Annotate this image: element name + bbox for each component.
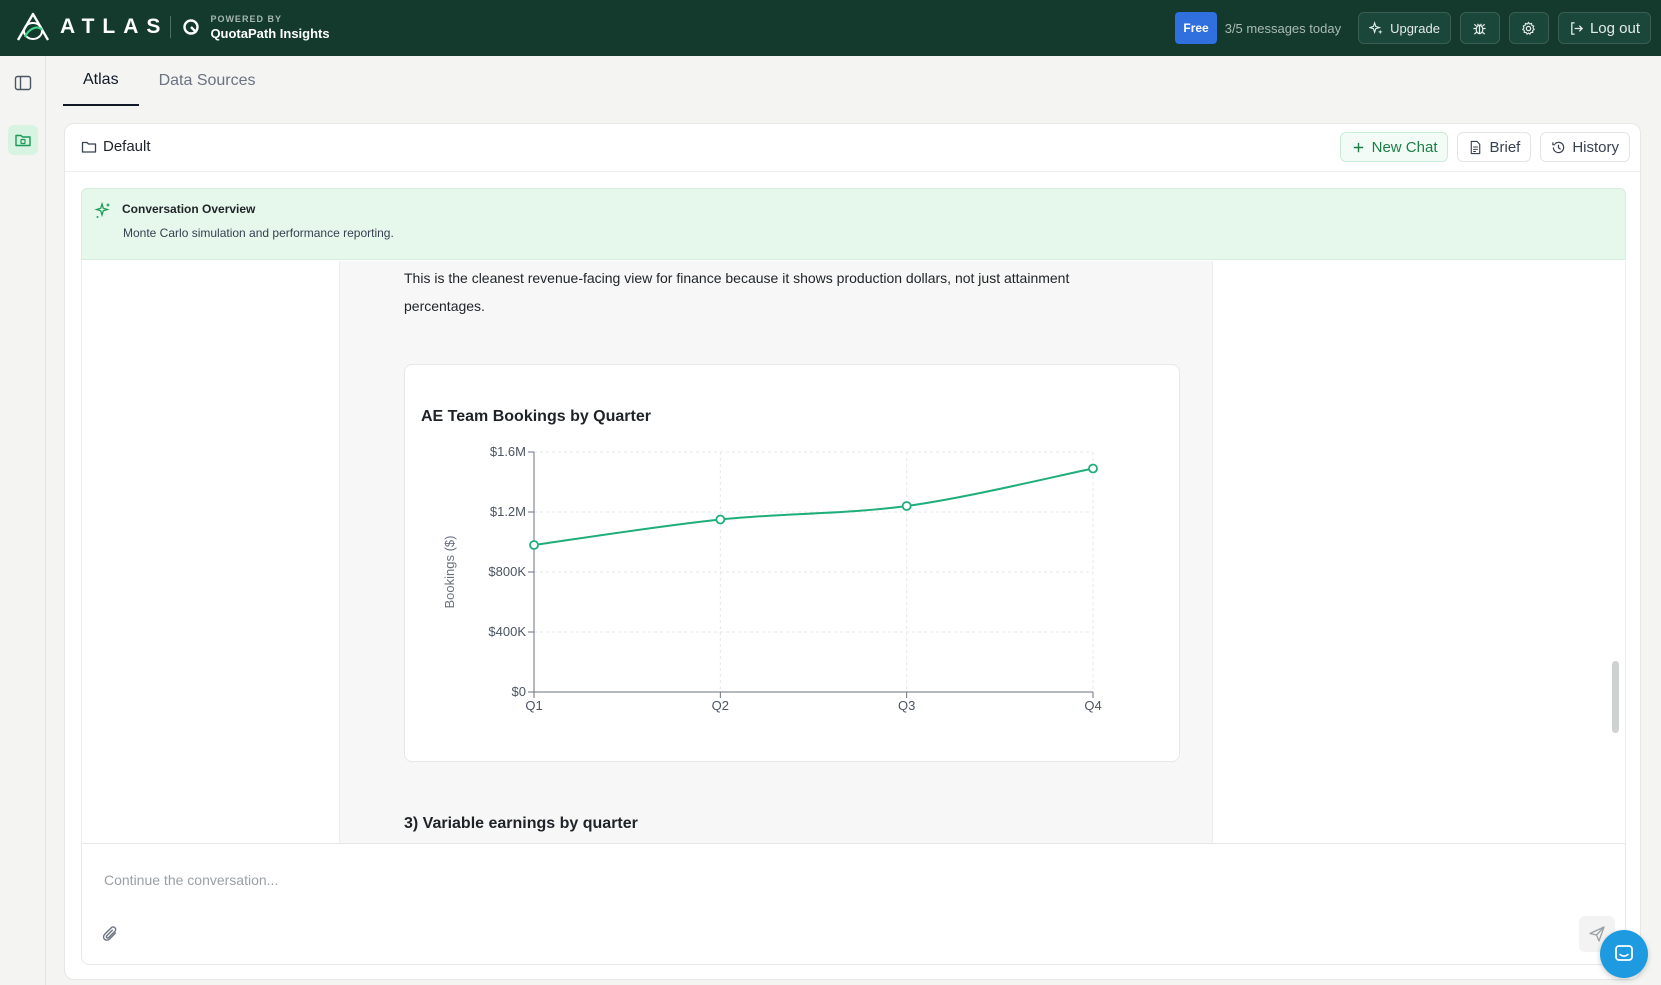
chat-bubble-icon xyxy=(1615,945,1633,961)
left-rail xyxy=(0,56,46,985)
powered-by-label: POWERED BY xyxy=(210,13,282,24)
upgrade-label: Upgrade xyxy=(1390,20,1440,36)
overview-title: Conversation Overview xyxy=(122,202,256,216)
y-tick-label: $800K xyxy=(488,564,526,579)
sparkles-icon xyxy=(94,202,110,218)
history-label: History xyxy=(1572,138,1619,156)
logout-button[interactable]: Log out xyxy=(1557,12,1651,44)
brand-logo[interactable]: ATLAS POWERED BY QuotaPath Insights xyxy=(14,10,330,44)
series-line xyxy=(533,467,1094,546)
brief-button[interactable]: Brief xyxy=(1457,132,1532,162)
gear-icon xyxy=(1522,21,1536,35)
data-point xyxy=(715,514,726,525)
brand-divider xyxy=(170,16,172,38)
chat-scroll-area[interactable]: This is the cleanest revenue-facing view… xyxy=(81,261,1626,843)
brand-name: ATLAS xyxy=(60,15,169,38)
x-tick-label: Q1 xyxy=(525,698,542,713)
y-tick-label: $0 xyxy=(512,684,526,699)
message-input[interactable] xyxy=(104,872,1504,888)
y-tick-label: $400K xyxy=(488,624,526,639)
data-point xyxy=(901,501,912,511)
y-tick-label: $1.2M xyxy=(490,504,526,519)
composer xyxy=(81,843,1626,965)
chat-scrollbar[interactable] xyxy=(1612,661,1619,733)
powered-by: POWERED BY QuotaPath Insights xyxy=(210,13,330,41)
history-icon xyxy=(1552,141,1565,153)
folder-icon xyxy=(81,141,97,153)
bug-icon xyxy=(1473,23,1487,35)
data-point xyxy=(1088,463,1098,474)
bookings-line-chart: $0 $400K $800K $1.2M $1.6M Q1 Q2 Q3 Q4 Bookings (… xyxy=(442,444,1102,713)
upgrade-button[interactable]: Upgrade xyxy=(1358,12,1451,44)
sidebar-panel-icon xyxy=(14,75,32,91)
plus-icon xyxy=(1353,142,1363,152)
y-tick-label: $1.6M xyxy=(490,444,526,459)
conversation-overview: Conversation Overview Monte Carlo simula… xyxy=(81,188,1626,260)
x-tick-label: Q3 xyxy=(898,698,915,713)
sparkles-icon xyxy=(1369,20,1383,34)
top-bar: ATLAS POWERED BY QuotaPath Insights Free… xyxy=(0,0,1661,56)
x-tick-label: Q2 xyxy=(712,698,729,713)
folder-selector[interactable]: Default xyxy=(81,138,151,155)
new-chat-label: New Chat xyxy=(1371,138,1438,156)
chart-card: AE Team Bookings by Quarter $0 $400K $800K… xyxy=(404,364,1180,762)
quotapath-logo-icon xyxy=(183,19,200,35)
atlas-logo-icon xyxy=(16,12,50,41)
plan-badge: Free xyxy=(1175,12,1217,44)
section-heading: 3) Variable earnings by quarter xyxy=(404,815,638,832)
tab-data-sources[interactable]: Data Sources xyxy=(139,56,276,106)
new-chat-button[interactable]: New Chat xyxy=(1339,132,1449,162)
message-column: This is the cleanest revenue-facing view… xyxy=(339,261,1213,843)
panel-header: Default New Chat Brief History xyxy=(65,124,1640,172)
history-button[interactable]: History xyxy=(1540,132,1630,162)
partner-name: QuotaPath Insights xyxy=(210,25,330,41)
header-actions: New Chat Brief History xyxy=(1331,132,1630,162)
logout-label: Log out xyxy=(1589,19,1640,37)
document-icon xyxy=(1471,140,1481,154)
logout-icon xyxy=(1571,21,1584,35)
y-axis-label: Bookings ($) xyxy=(442,536,457,609)
assistant-paragraph: This is the cleanest revenue-facing view… xyxy=(404,270,1070,314)
settings-button[interactable] xyxy=(1508,12,1549,44)
paperclip-icon[interactable] xyxy=(100,924,122,946)
folder-name: Default xyxy=(103,138,151,155)
bug-report-button[interactable] xyxy=(1459,12,1500,44)
toggle-sidebar-button[interactable] xyxy=(8,68,38,98)
topbar-actions: Free 3/5 messages today Upgrade Log out xyxy=(1175,11,1651,45)
main-tabs: Atlas Data Sources xyxy=(63,56,276,106)
projects-button[interactable] xyxy=(8,125,38,155)
tab-atlas[interactable]: Atlas xyxy=(63,56,139,106)
support-chat-button[interactable] xyxy=(1600,930,1648,978)
chat-panel: Default New Chat Brief History Conversat… xyxy=(64,123,1641,980)
data-point xyxy=(529,540,539,550)
brief-label: Brief xyxy=(1489,138,1521,156)
message-count: 3/5 messages today xyxy=(1224,20,1342,36)
folder-icon xyxy=(15,134,31,147)
x-tick-label: Q4 xyxy=(1084,698,1101,713)
overview-text: Monte Carlo simulation and performance r… xyxy=(123,226,394,240)
